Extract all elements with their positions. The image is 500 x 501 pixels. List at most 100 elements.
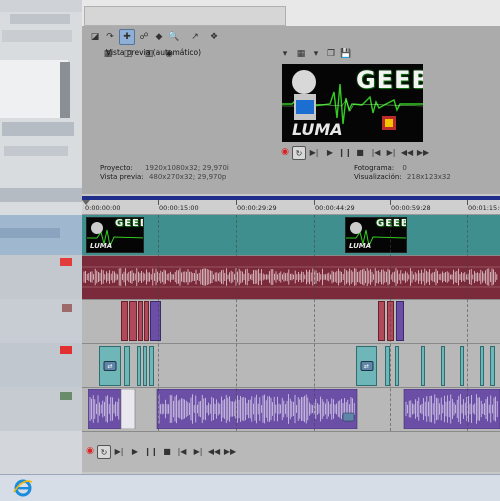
play-icon[interactable]: ▶ [324,146,336,158]
clip-subtitle-text: LUMA [90,242,113,250]
video-event[interactable] [124,346,130,386]
video-event[interactable]: ⇄ [356,346,377,386]
video-event[interactable] [138,301,143,341]
video-event[interactable] [480,346,484,386]
display-label: Visualización: [354,173,402,181]
pause-icon[interactable]: ❙❙ [338,146,351,158]
event-fx-icon[interactable]: ⇄ [360,361,373,371]
audio-waveform-track[interactable] [82,257,500,297]
grid-icon[interactable]: ▦ [293,46,309,62]
play-from-start-icon[interactable]: ▶| [113,445,125,457]
next-frame-icon[interactable]: ▶| [192,445,204,457]
time-ruler[interactable]: 0:00:00:00 00:00:15:00 00:00:29:29 00:00… [82,200,500,215]
project-value: 1920x1080x32; 29,970i [145,164,229,172]
video-event[interactable] [129,301,137,341]
event-fx-icon[interactable]: ⇄ [103,361,117,371]
video-event[interactable] [143,346,147,386]
frame-info: Fotograma: 0 [354,164,407,172]
go-to-end-icon[interactable]: ▶▶ [417,146,429,158]
search-icon[interactable]: 🔍 [166,29,182,45]
preview-frame: GEEB LUMA [282,64,423,142]
snapping-icon[interactable]: ❖ [206,29,222,45]
ripple-edit-icon[interactable]: ↗ [187,29,203,45]
track-divider [82,299,500,300]
timeline-marker-line [236,215,237,431]
timeline-marker-line [314,215,315,431]
save-snapshot-icon[interactable]: 💾 [338,46,354,62]
video-event[interactable]: ⇄ [99,346,121,386]
video-event[interactable] [441,346,445,386]
video-event[interactable] [396,301,404,341]
track-divider [82,387,500,388]
video-track-1[interactable] [82,215,500,255]
envelope-tool-icon[interactable]: ↷ [102,29,118,45]
copy-snapshot-icon[interactable]: ❐ [323,46,339,62]
next-frame-icon[interactable]: ▶| [385,146,397,158]
go-to-start-icon[interactable]: ◀◀ [208,445,220,457]
prev-frame-icon[interactable]: |◀ [370,146,382,158]
clip-subtitle-text: LUMA [349,242,372,250]
video-event[interactable] [137,346,141,386]
preview-quality-select[interactable]: Vista previa (automático) [106,48,201,57]
go-to-end-icon[interactable]: ▶▶ [224,445,236,457]
ruler-time: 00:00:29:29 [237,204,277,212]
video-clip-thumbnail[interactable]: GEEB LUMA [86,217,144,253]
frame-label: Fotograma: [354,164,395,172]
clip-title-text: GEEB [376,218,407,229]
normal-edit-tool-icon[interactable]: ◪ [87,29,103,45]
timeline-marker-line [467,215,468,431]
video-event[interactable] [121,301,128,341]
chevron-down-icon[interactable]: ▾ [308,46,324,62]
preview-title-text: GEEB [356,66,423,94]
track-divider [82,343,500,344]
project-info: Proyecto: 1920x1080x32; 29,970i [100,164,229,172]
display-value: 218x123x32 [406,173,451,181]
windows-taskbar [0,474,500,501]
ruler-time: 00:00:44:29 [315,204,355,212]
preview-info: Vista previa: 480x270x32; 29,970p [100,173,226,181]
stop-icon[interactable]: ■ [354,146,366,158]
chevron-down-icon[interactable]: ▾ [277,46,293,62]
video-event[interactable] [378,301,385,341]
video-event[interactable] [149,346,154,386]
video-event[interactable] [490,346,495,386]
video-clip-thumbnail[interactable]: GEEB LUMA [345,217,407,253]
timeline-marker-line [390,215,391,431]
video-event[interactable] [150,301,161,341]
video-event[interactable] [395,346,399,386]
stop-icon[interactable]: ■ [161,445,173,457]
window-top-strip [82,0,500,27]
display-info: Visualización: 218x123x32 [354,173,451,181]
go-to-start-icon[interactable]: ◀◀ [401,146,413,158]
track-divider [82,255,500,256]
ruler-time: 00:00:15:00 [159,204,199,212]
loop-icon[interactable]: ↻ [97,445,111,459]
ruler-time: 00:01:15:00 [468,204,500,212]
play-from-start-icon[interactable]: ▶| [308,146,320,158]
video-event[interactable] [460,346,464,386]
zoom-tool-icon[interactable]: ☍ [136,29,152,45]
record-icon[interactable]: ◉ [279,146,291,158]
loop-icon[interactable]: ↻ [292,146,306,160]
play-icon[interactable]: ▶ [129,445,141,457]
selection-tool-icon[interactable]: ✚ [119,29,135,45]
left-panel-blurred [0,0,82,474]
internet-explorer-icon[interactable] [12,476,34,498]
clip-title-text: GEEB [115,218,143,229]
audio-events-track[interactable] [88,389,500,429]
preview-subtitle-text: LUMA [292,120,343,139]
preview-value: 480x270x32; 29,970p [148,173,227,181]
timeline-marker-line [158,215,159,431]
prev-frame-icon[interactable]: |◀ [176,445,188,457]
record-icon[interactable]: ◉ [84,445,96,457]
panel-tab-area [84,6,286,26]
ruler-time: 00:00:59:28 [391,204,431,212]
lock-tool-icon[interactable]: ◆ [151,29,167,45]
preview-label: Vista previa: [100,173,144,181]
video-event[interactable] [421,346,425,386]
ruler-time: 0:00:00:00 [85,204,121,212]
frame-value: 0 [402,164,407,172]
video-event[interactable] [144,301,149,341]
pause-icon[interactable]: ❙❙ [144,445,157,457]
project-label: Proyecto: [100,164,133,172]
